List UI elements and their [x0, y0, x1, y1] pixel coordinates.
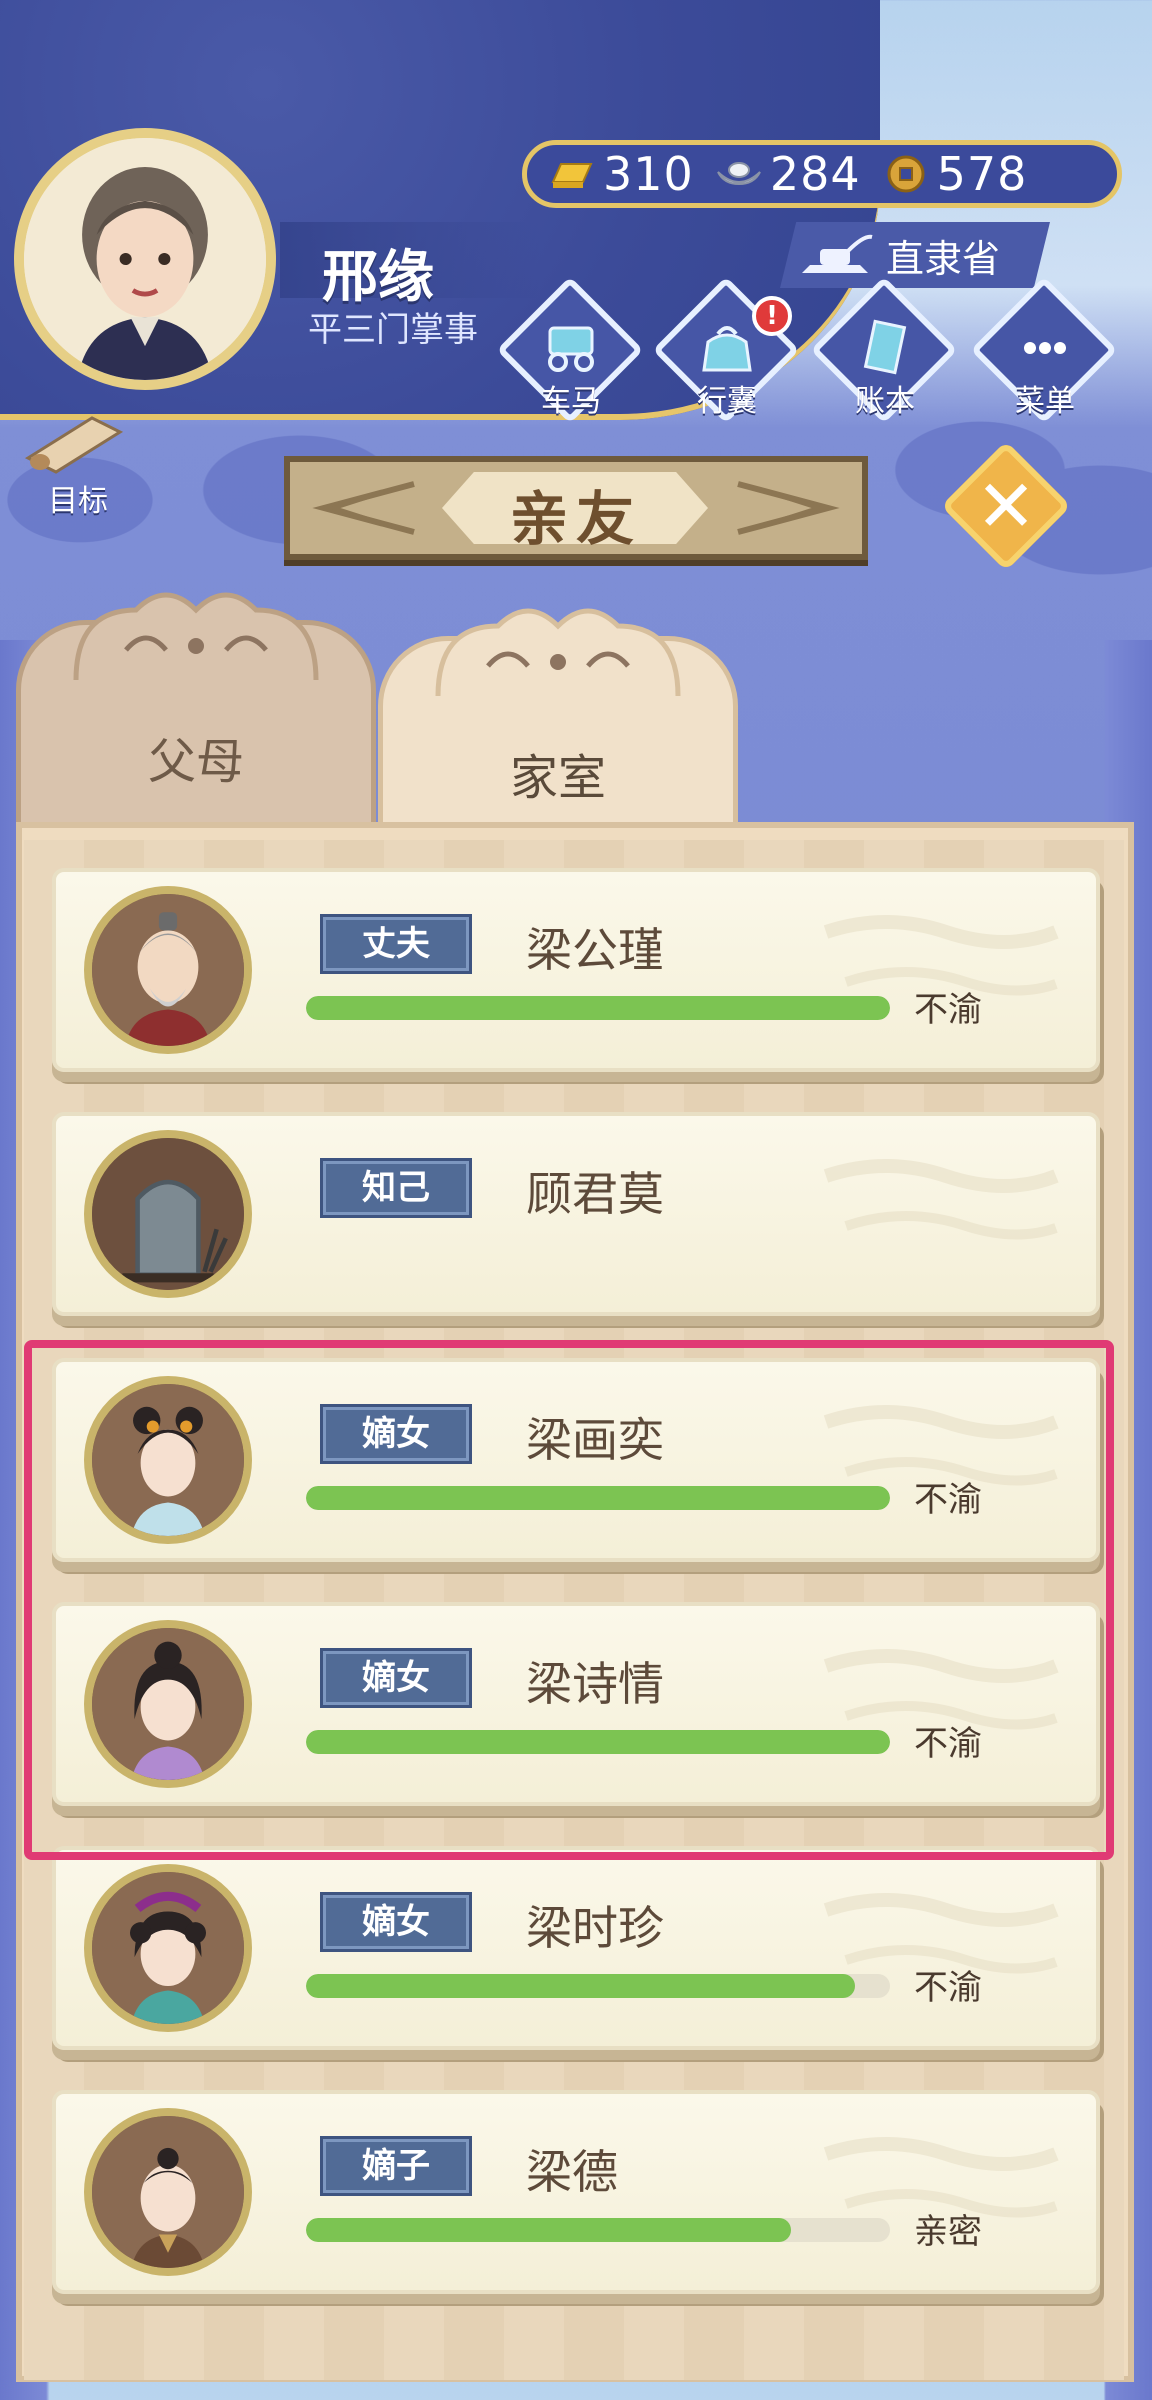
- player-avatar[interactable]: [14, 128, 276, 390]
- relative-card[interactable]: 嫡子 梁德亲密: [52, 2090, 1100, 2294]
- ledger-button[interactable]: 账本: [810, 276, 958, 424]
- more-menu-button[interactable]: 菜单: [970, 276, 1118, 424]
- player-name: 邢缘: [322, 245, 434, 310]
- cloud-ornament-icon: [73, 592, 319, 681]
- currency-bar: 310 284 578: [522, 140, 1122, 208]
- copper-value: 578: [936, 147, 1028, 201]
- close-icon: ✕: [975, 464, 1037, 548]
- goal-button[interactable]: 目标: [16, 410, 136, 519]
- copper-currency: 578: [881, 147, 1028, 201]
- tab-family-label: 家室: [509, 750, 606, 806]
- bag-icon: [702, 326, 752, 372]
- carriage-icon: [548, 326, 594, 372]
- relative-name: 顾君莫: [526, 1167, 664, 1221]
- bag-label: 行囊: [697, 384, 757, 419]
- relation-badge: 丈夫: [320, 914, 472, 974]
- panel-title: 亲友: [509, 485, 642, 553]
- affinity-bar-fill: [306, 2218, 791, 2242]
- copper-coin-icon: [887, 155, 925, 193]
- gold-value: 310: [603, 147, 694, 201]
- affinity-bar: [306, 1974, 890, 1998]
- relative-name: 梁时珍: [526, 1901, 664, 1955]
- affinity-status: 不渝: [914, 1968, 982, 2008]
- portrait-icon: [92, 1872, 244, 2024]
- affinity-bar-fill: [306, 1974, 855, 1998]
- relation-badge: 嫡女: [320, 1892, 472, 1952]
- carriage-button[interactable]: 车马: [496, 276, 644, 424]
- official-hat-icon: [802, 234, 873, 273]
- selection-highlight: [24, 1340, 1114, 1860]
- affinity-bar-fill: [306, 996, 890, 1020]
- wave-pattern-decoration: [823, 1159, 1059, 1240]
- player-portrait-icon: [24, 138, 266, 380]
- portrait-icon: [92, 1138, 244, 1290]
- relative-card[interactable]: 嫡女 梁时珍不渝: [52, 1846, 1100, 2050]
- relative-portrait[interactable]: [84, 886, 252, 1054]
- more-icon: [1024, 342, 1066, 354]
- relative-portrait[interactable]: [84, 1130, 252, 1298]
- relative-portrait[interactable]: [84, 2108, 252, 2276]
- relative-card[interactable]: 丈夫 梁公瑾不渝: [52, 868, 1100, 1072]
- bag-alert-badge: !: [752, 296, 792, 336]
- carriage-label: 车马: [541, 384, 601, 419]
- silver-ingot-icon: [716, 162, 761, 186]
- tab-parents[interactable]: 父母: [16, 580, 376, 860]
- affinity-bar: [306, 996, 890, 1020]
- province-label: 直隶省: [886, 236, 1001, 281]
- gold-currency: 310: [547, 147, 694, 201]
- gold-ingot-icon: [551, 163, 593, 188]
- silver-currency: 284: [714, 147, 861, 201]
- relative-portrait[interactable]: [84, 1864, 252, 2032]
- province-button[interactable]: 直隶省: [780, 222, 1050, 288]
- player-title: 平三门掌事: [308, 310, 478, 350]
- silver-value: 284: [769, 147, 861, 201]
- portrait-icon: [92, 2116, 244, 2268]
- affinity-bar: [306, 2218, 890, 2242]
- relation-badge: 知己: [320, 1158, 472, 1218]
- tab-family[interactable]: 家室: [378, 596, 738, 876]
- panel-title-plaque: 亲友: [284, 456, 868, 560]
- affinity-status: 不渝: [914, 990, 982, 1030]
- scroll-icon: [24, 416, 124, 474]
- relative-name: 梁公瑾: [526, 923, 664, 977]
- ledger-label: 账本: [855, 384, 915, 419]
- relation-badge: 嫡子: [320, 2136, 472, 2196]
- goal-label: 目标: [48, 484, 108, 519]
- cloud-ornament-icon: [435, 608, 681, 697]
- portrait-icon: [92, 894, 244, 1046]
- tab-parents-label: 父母: [147, 734, 244, 790]
- ledger-icon: [863, 319, 907, 375]
- more-menu-label: 菜单: [1015, 384, 1075, 419]
- relative-card[interactable]: 知己 顾君莫: [52, 1112, 1100, 1316]
- bag-button[interactable]: ! 行囊: [652, 276, 800, 424]
- affinity-status: 亲密: [914, 2212, 982, 2252]
- relative-name: 梁德: [526, 2145, 618, 2199]
